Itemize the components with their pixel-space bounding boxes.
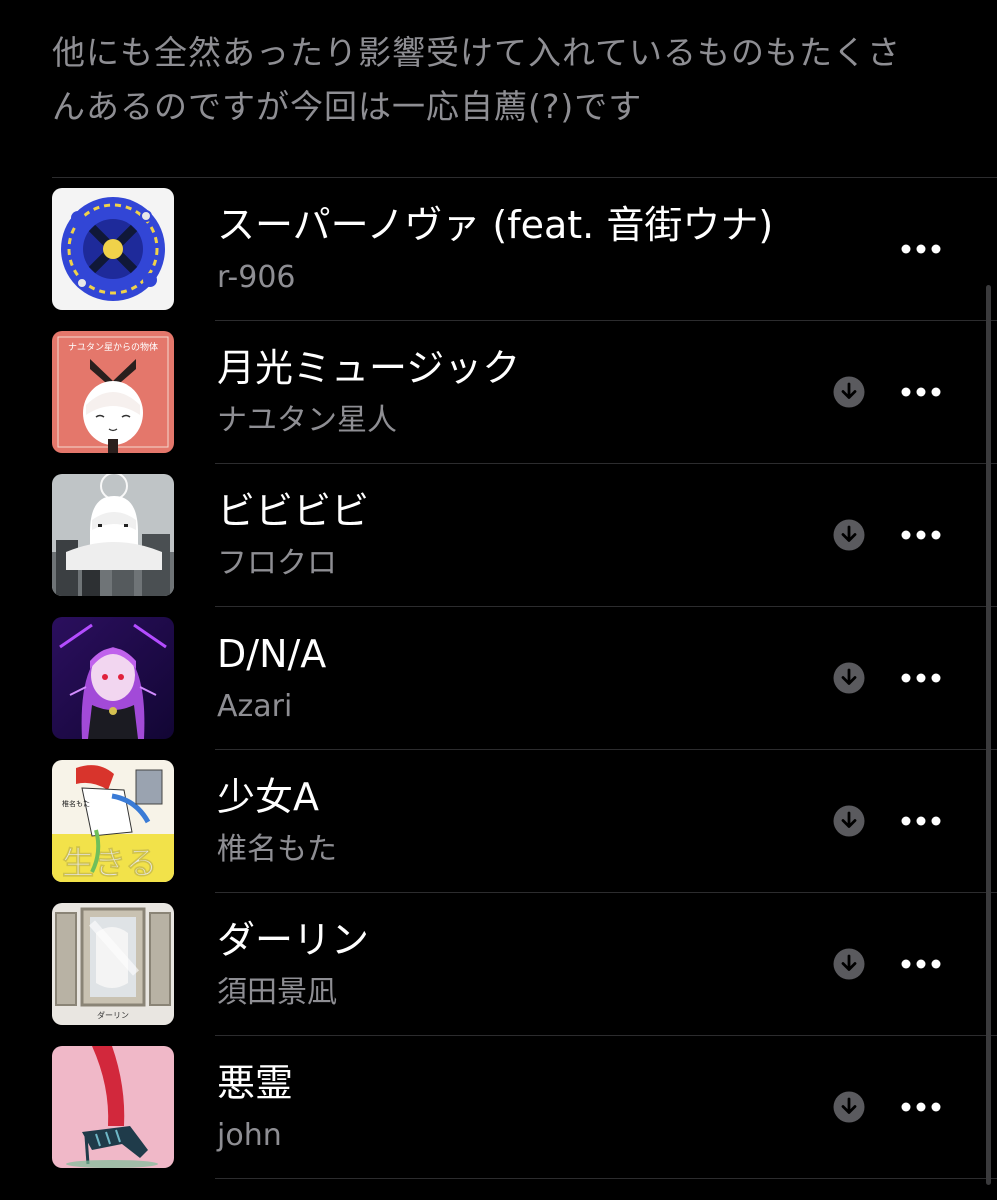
download-circle-icon[interactable] xyxy=(833,376,865,408)
track-title: 少女A xyxy=(217,775,319,819)
more-ellipsis-icon[interactable] xyxy=(898,808,944,834)
track-artwork xyxy=(52,1046,174,1168)
track-artwork: ダーリン xyxy=(52,903,174,1025)
track-title: ダーリン xyxy=(217,918,370,962)
track-artist: r-906 xyxy=(217,260,296,295)
artwork-caption: ダーリン xyxy=(97,1010,129,1020)
more-ellipsis-icon[interactable] xyxy=(898,379,944,405)
track-artist: 椎名もた xyxy=(217,832,337,867)
more-ellipsis-icon[interactable] xyxy=(898,522,944,548)
track-row[interactable]: ビビビビ フロクロ xyxy=(0,464,997,607)
more-ellipsis-icon[interactable] xyxy=(898,236,944,262)
download-circle-icon[interactable] xyxy=(833,805,865,837)
track-row[interactable]: 悪霊 john xyxy=(0,1036,997,1179)
track-title: D/N/A xyxy=(217,632,327,676)
track-artist: 須田景凪 xyxy=(217,975,337,1010)
track-title: 悪霊 xyxy=(217,1061,294,1105)
artwork-caption: 椎名もた xyxy=(62,799,90,808)
download-circle-icon[interactable] xyxy=(833,1091,865,1123)
track-artwork: 椎名もた 生きる xyxy=(52,760,174,882)
track-artist: フロクロ xyxy=(217,546,337,581)
track-title: スーパーノヴァ (feat. 音街ウナ) xyxy=(217,203,774,247)
track-artist: ナユタン星人 xyxy=(217,403,397,438)
more-ellipsis-icon[interactable] xyxy=(898,665,944,691)
download-circle-icon[interactable] xyxy=(833,662,865,694)
track-title: 月光ミュージック xyxy=(217,346,521,390)
track-artwork xyxy=(52,188,174,310)
artwork-caption: ナユタン星からの物体 xyxy=(68,341,158,353)
track-row[interactable]: ナユタン星からの物体 月光ミュージック ナユタン星人 xyxy=(0,321,997,464)
track-row[interactable]: スーパーノヴァ (feat. 音街ウナ) r-906 xyxy=(0,178,997,321)
track-artist: Azari xyxy=(217,689,293,724)
track-row[interactable]: 椎名もた 生きる 少女A 椎名もた xyxy=(0,750,997,893)
more-ellipsis-icon[interactable] xyxy=(898,951,944,977)
track-row[interactable]: D/N/A Azari xyxy=(0,607,997,750)
track-artwork xyxy=(52,617,174,739)
track-title: ビビビビ xyxy=(217,489,370,533)
artwork-caption: 生きる xyxy=(62,844,157,882)
download-circle-icon[interactable] xyxy=(833,519,865,551)
playlist-description: 他にも全然あったり影響受けて入れているものもたくさんあるのですが今回は一応自薦(… xyxy=(52,33,902,126)
track-list: スーパーノヴァ (feat. 音街ウナ) r-906 ナユタン星からの物体 月光… xyxy=(0,178,997,1179)
track-artwork xyxy=(52,474,174,596)
download-circle-icon[interactable] xyxy=(833,948,865,980)
track-row[interactable]: ダーリン ダーリン 須田景凪 xyxy=(0,893,997,1036)
more-ellipsis-icon[interactable] xyxy=(898,1094,944,1120)
track-artist: john xyxy=(217,1118,282,1153)
scrollbar[interactable] xyxy=(986,285,991,1185)
track-artwork: ナユタン星からの物体 xyxy=(52,331,174,453)
